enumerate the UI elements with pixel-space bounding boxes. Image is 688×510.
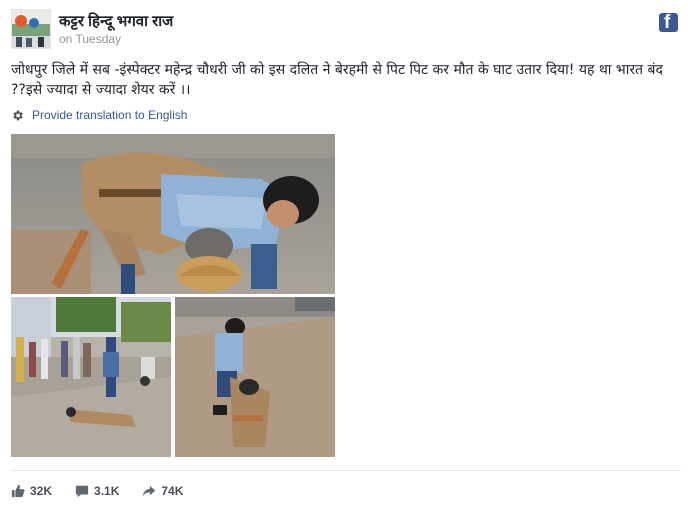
share-arrow-icon	[143, 485, 156, 497]
translate-link[interactable]: Provide translation to English	[11, 106, 187, 124]
post-timestamp[interactable]: on Tuesday	[59, 32, 121, 46]
post-message: जोधपुर जिले में सब -इंस्पेक्टर महेन्द्र …	[11, 62, 663, 98]
translate-label: Provide translation to English	[32, 108, 188, 122]
facebook-post: कट्टर हिन्दू भगवा राज on Tuesday f जोधपु…	[0, 0, 688, 510]
thumbs-up-icon	[11, 484, 25, 498]
comment-icon	[75, 485, 89, 498]
gear-icon	[13, 110, 23, 120]
post-photo-ground[interactable]	[175, 297, 335, 457]
likes-count[interactable]: 32K	[11, 484, 52, 498]
page-avatar[interactable]	[11, 9, 51, 49]
comments-count[interactable]: 3.1K	[75, 484, 119, 498]
shares-value: 74K	[161, 484, 184, 498]
likes-value: 32K	[30, 484, 53, 498]
facebook-logo-icon[interactable]: f	[659, 13, 678, 32]
post-divider	[11, 470, 681, 471]
post-photo-main[interactable]	[11, 134, 335, 294]
post-photo-crowd[interactable]	[11, 297, 171, 457]
shares-count[interactable]: 74K	[142, 484, 183, 498]
post-stats: 32K 3.1K 74K	[11, 481, 206, 501]
comments-value: 3.1K	[94, 484, 120, 498]
page-name-link[interactable]: कट्टर हिन्दू भगवा राज	[59, 11, 173, 31]
